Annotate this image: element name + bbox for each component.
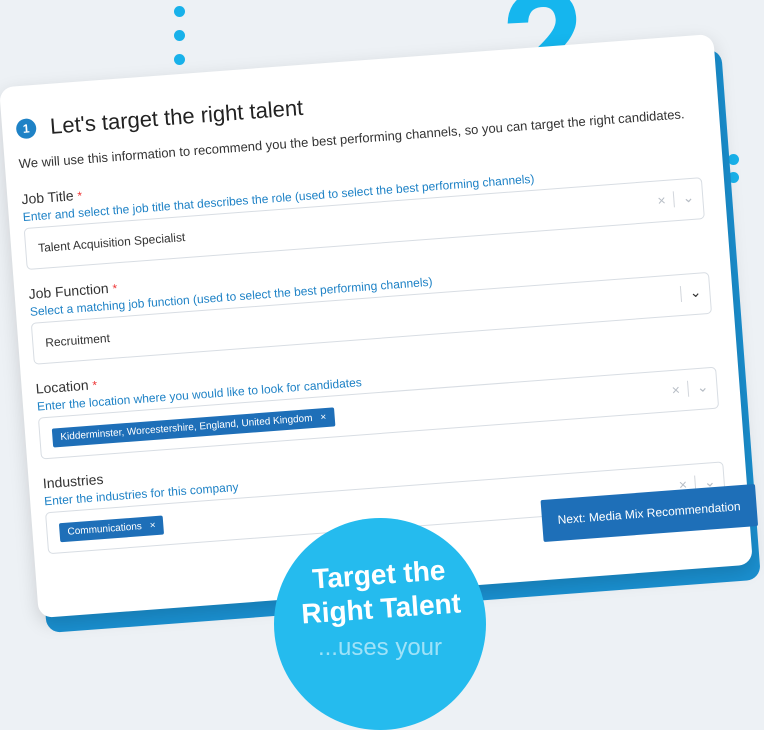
clear-icon[interactable]: × <box>671 381 680 398</box>
decorative-dots-right <box>728 152 764 188</box>
required-mark: * <box>76 188 83 203</box>
required-mark: * <box>111 281 118 296</box>
chevron-down-icon[interactable]: ⌄ <box>682 189 695 207</box>
decorative-dots-top <box>174 6 186 78</box>
location-label: Location <box>35 376 90 397</box>
promo-heading: Target the Right Talent <box>300 554 462 630</box>
job-function-label: Job Function <box>28 279 110 302</box>
promo-circle: Target the Right Talent ...uses your <box>274 518 486 730</box>
clear-icon[interactable]: × <box>657 191 666 208</box>
chevron-down-icon[interactable]: ⌄ <box>689 284 702 302</box>
form-title: Let's target the right talent <box>49 94 305 139</box>
industry-tag-label: Communications <box>67 520 143 538</box>
remove-tag-icon[interactable]: × <box>320 412 327 423</box>
job-function-value: Recruitment <box>44 331 111 350</box>
required-mark: * <box>91 378 98 393</box>
location-tag-label: Kidderminster, Worcestershire, England, … <box>60 412 313 443</box>
job-title-label: Job Title <box>20 187 75 208</box>
remove-tag-icon[interactable]: × <box>149 520 156 531</box>
promo-subtext: ...uses your <box>317 634 443 661</box>
industry-tag: Communications × <box>58 515 165 542</box>
industries-label: Industries <box>42 470 104 492</box>
location-tag: Kidderminster, Worcestershire, England, … <box>51 406 335 448</box>
chevron-down-icon[interactable]: ⌄ <box>696 378 709 396</box>
step-badge: 1 <box>15 117 37 140</box>
job-title-value: Talent Acquisition Specialist <box>37 230 186 256</box>
